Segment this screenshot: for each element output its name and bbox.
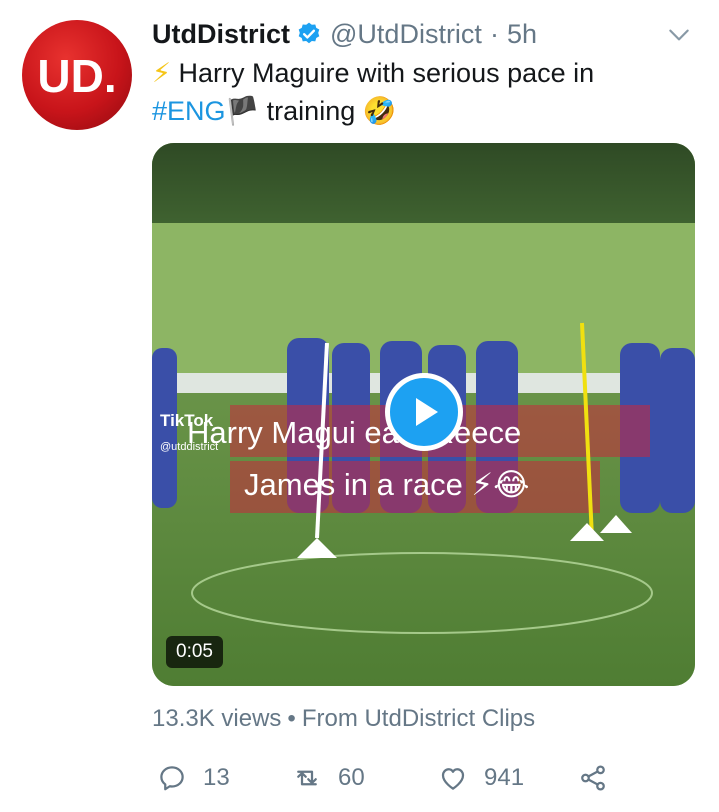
tweet-text: ⚡ Harry Maguire with serious pace in #EN… [152, 54, 692, 130]
display-name[interactable]: UtdDistrict [152, 19, 290, 50]
avatar-logo: UD. [37, 50, 116, 102]
video-caption-line1: Harry Magui eats Reece [187, 415, 522, 450]
video-caption-line2: James in a race ⚡😂 [244, 467, 530, 502]
play-button[interactable] [385, 373, 463, 451]
handle[interactable]: @UtdDistrict [330, 19, 482, 50]
video-media[interactable]: TikTok @utddistrict Harry Magui eats Ree… [152, 143, 695, 686]
tweet-text-line2: #ENG🏴 training 🤣 [152, 92, 692, 130]
verified-badge-icon [298, 22, 320, 44]
share-icon [581, 765, 605, 791]
reply-count: 13 [203, 764, 230, 791]
like-button[interactable]: 941 [438, 758, 524, 798]
avatar[interactable]: UD. [22, 20, 132, 130]
laugh-emoji: 🤣 [362, 96, 397, 126]
separator-dot: · [489, 18, 499, 49]
source-link[interactable]: From UtdDistrict Clips [302, 705, 535, 732]
tweet-text-main: Harry Maguire with serious pace in [178, 58, 595, 88]
retweet-button[interactable]: 60 [292, 758, 365, 798]
tweet-meta: 13.3K views • From UtdDistrict Clips [152, 705, 535, 733]
timestamp[interactable]: 5h [507, 19, 537, 50]
retweet-icon [297, 770, 317, 786]
hashtag-link[interactable]: #ENG [152, 96, 226, 126]
tweet-text-line1: ⚡ Harry Maguire with serious pace in [152, 54, 692, 92]
like-count: 941 [484, 764, 525, 791]
view-count: 13.3K views [152, 705, 282, 732]
avatar-text: UD. [37, 50, 116, 102]
video-duration: 0:05 [166, 636, 223, 668]
play-icon [416, 398, 438, 426]
chevron-down-icon[interactable] [666, 22, 692, 48]
tweet-text-rest: training [266, 96, 356, 126]
flag-emoji: 🏴 [225, 96, 260, 126]
share-button[interactable] [578, 758, 608, 798]
meta-separator: • [287, 705, 296, 732]
lightning-emoji: ⚡ [152, 58, 171, 88]
like-icon [441, 768, 465, 790]
reply-icon [160, 766, 184, 791]
tweet-actions: 13 60 941 [152, 758, 652, 798]
retweet-count: 60 [338, 764, 365, 791]
tweet-header: UtdDistrict @UtdDistrict · 5h [152, 14, 672, 54]
reply-button[interactable]: 13 [157, 758, 230, 798]
